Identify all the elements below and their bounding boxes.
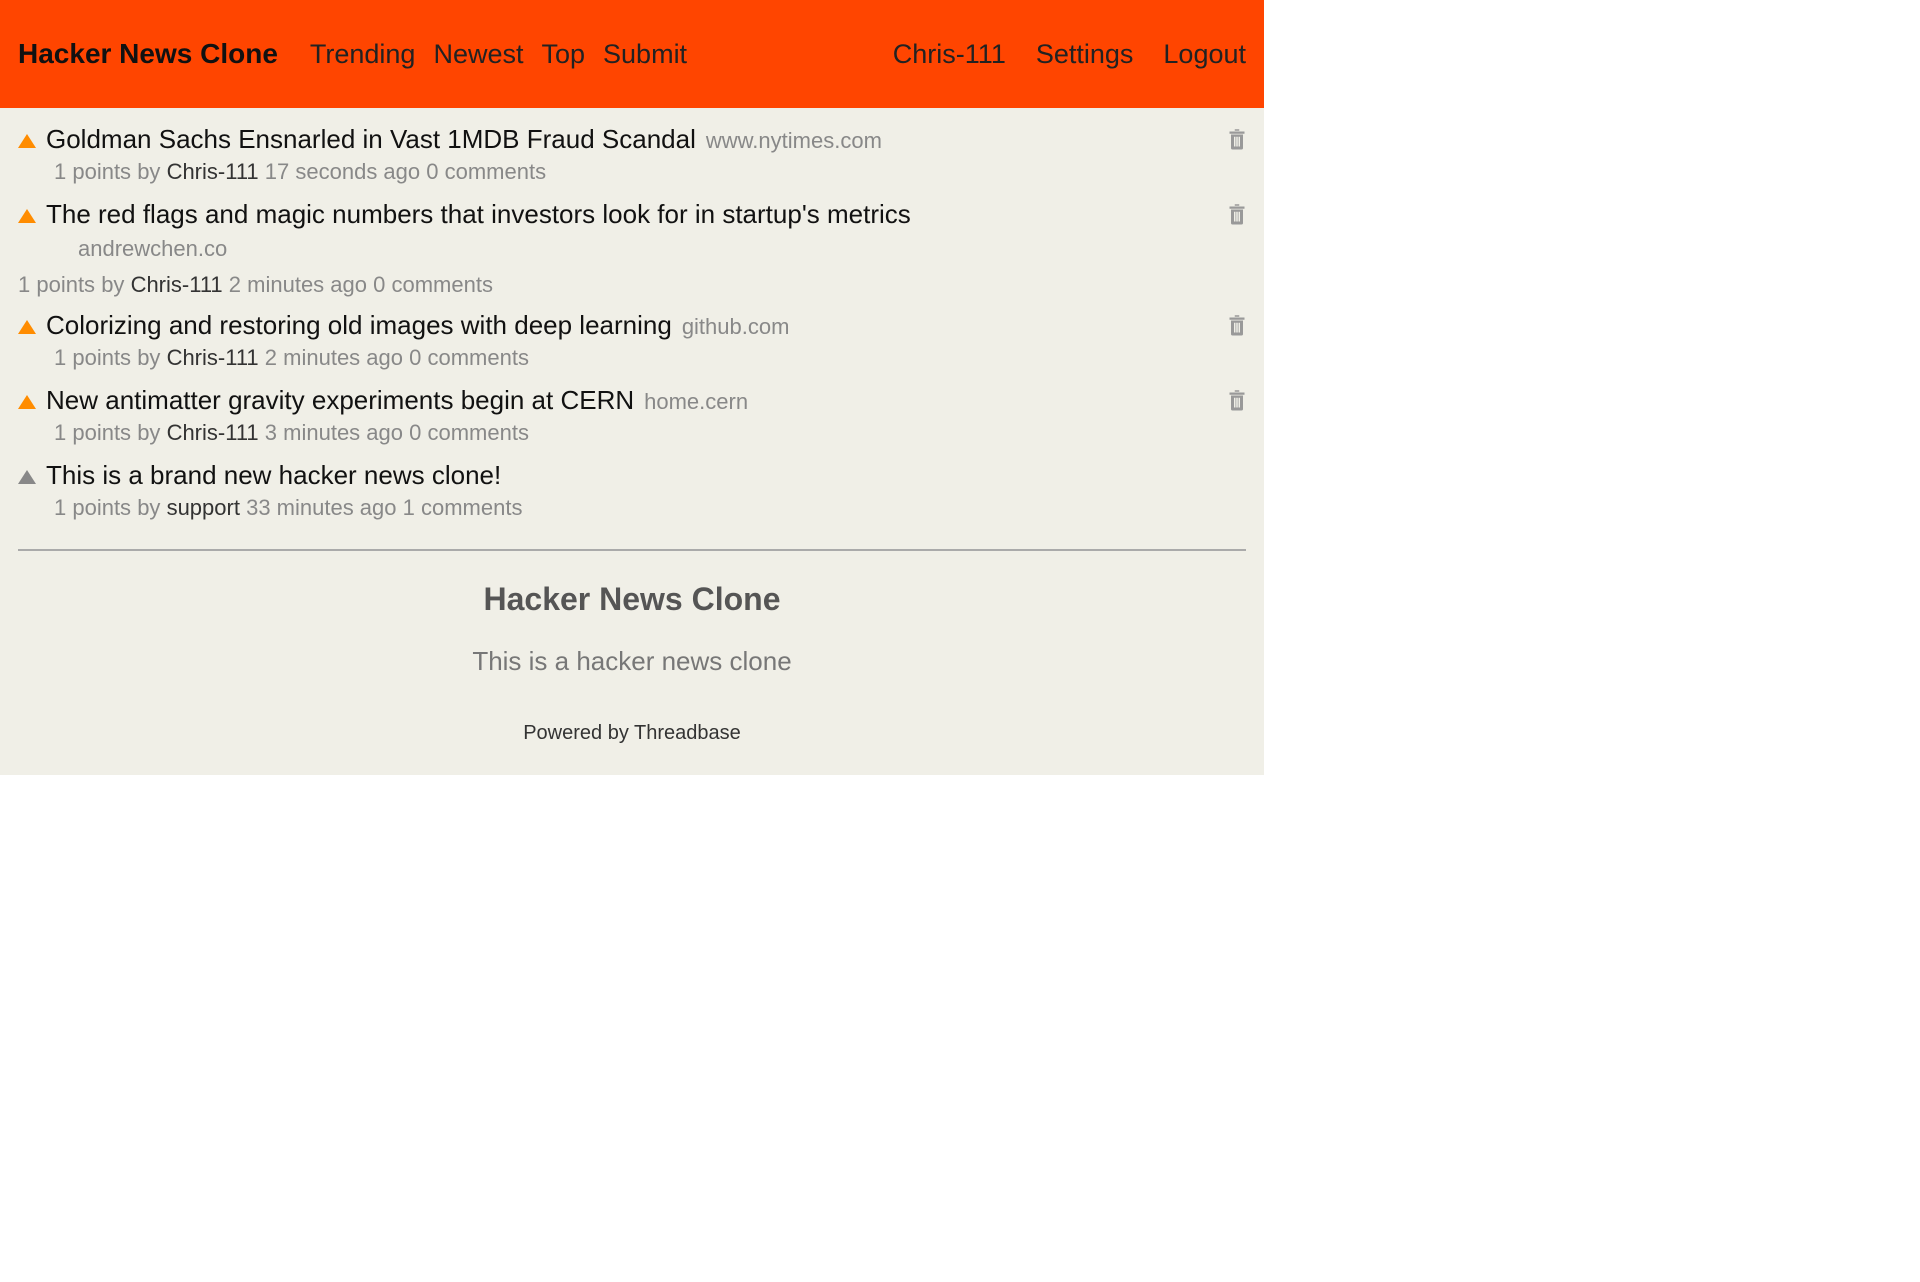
post-by: by [137,495,160,520]
post-points: 1 points [18,272,95,297]
header: Hacker News Clone Trending Newest Top Su… [0,0,1264,108]
nav-logout[interactable]: Logout [1163,39,1246,70]
post-time[interactable]: 3 minutes ago [265,420,403,445]
trash-icon[interactable] [1228,314,1246,341]
post-time[interactable]: 33 minutes ago [246,495,396,520]
footer-subtitle: This is a hacker news clone [0,646,1264,677]
footer-title: Hacker News Clone [0,581,1264,618]
upvote-icon[interactable] [18,470,36,484]
post-by: by [137,420,160,445]
trash-icon[interactable] [1228,128,1246,155]
nav-newest[interactable]: Newest [433,39,523,70]
post-time[interactable]: 2 minutes ago [229,272,367,297]
post-item: This is a brand new hacker news clone! 1… [0,454,1264,529]
post-domain[interactable]: www.nytimes.com [706,128,882,154]
upvote-icon[interactable] [18,209,36,223]
post-by: by [137,159,160,184]
post-list: Goldman Sachs Ensnarled in Vast 1MDB Fra… [0,108,1264,529]
post-author[interactable]: support [167,495,240,520]
post-title[interactable]: This is a brand new hacker news clone! [46,460,501,491]
post-domain[interactable]: github.com [682,314,790,340]
post-title[interactable]: New antimatter gravity experiments begin… [46,385,634,416]
post-meta: 1 points by Chris-111 3 minutes ago 0 co… [18,416,1246,452]
post-author[interactable]: Chris-111 [167,345,259,370]
post-item: The red flags and magic numbers that inv… [0,193,1264,268]
post-time[interactable]: 2 minutes ago [265,345,403,370]
post-by: by [137,345,160,370]
post-domain[interactable]: andrewchen.co [78,236,227,261]
post-comments[interactable]: 0 comments [373,272,493,297]
nav-top[interactable]: Top [541,39,585,70]
post-meta: 1 points by Chris-111 2 minutes ago 0 co… [0,268,1264,304]
post-meta: 1 points by support 33 minutes ago 1 com… [18,491,1246,527]
post-item: New antimatter gravity experiments begin… [0,379,1264,454]
nav-settings[interactable]: Settings [1036,39,1134,70]
post-meta: 1 points by Chris-111 2 minutes ago 0 co… [18,341,1246,377]
nav-submit[interactable]: Submit [603,39,687,70]
footer: Hacker News Clone This is a hacker news … [0,551,1264,775]
site-title[interactable]: Hacker News Clone [18,38,278,70]
post-points: 1 points [54,420,131,445]
post-points: 1 points [54,159,131,184]
post-comments[interactable]: 0 comments [426,159,546,184]
upvote-icon[interactable] [18,320,36,334]
post-meta: 1 points by Chris-111 17 seconds ago 0 c… [18,155,1246,191]
post-author[interactable]: Chris-111 [167,420,259,445]
post-time[interactable]: 17 seconds ago [265,159,420,184]
footer-powered[interactable]: Powered by Threadbase [0,722,1264,745]
nav-trending[interactable]: Trending [310,39,416,70]
post-item: Colorizing and restoring old images with… [0,304,1264,379]
upvote-icon[interactable] [18,395,36,409]
post-title[interactable]: Goldman Sachs Ensnarled in Vast 1MDB Fra… [46,124,696,155]
post-points: 1 points [54,345,131,370]
post-item: Goldman Sachs Ensnarled in Vast 1MDB Fra… [0,118,1264,193]
post-title[interactable]: The red flags and magic numbers that inv… [46,199,911,230]
nav-left: Trending Newest Top Submit [310,39,687,70]
post-author[interactable]: Chris-111 [167,159,259,184]
trash-icon[interactable] [1228,389,1246,416]
post-title[interactable]: Colorizing and restoring old images with… [46,310,672,341]
post-by: by [101,272,124,297]
post-comments[interactable]: 0 comments [409,420,529,445]
trash-icon[interactable] [1228,203,1246,230]
post-author[interactable]: Chris-111 [131,272,223,297]
nav-right: Chris-111 Settings Logout [893,39,1246,70]
post-points: 1 points [54,495,131,520]
nav-username[interactable]: Chris-111 [893,39,1006,70]
upvote-icon[interactable] [18,134,36,148]
post-domain[interactable]: home.cern [644,389,748,415]
post-comments[interactable]: 1 comments [403,495,523,520]
post-comments[interactable]: 0 comments [409,345,529,370]
